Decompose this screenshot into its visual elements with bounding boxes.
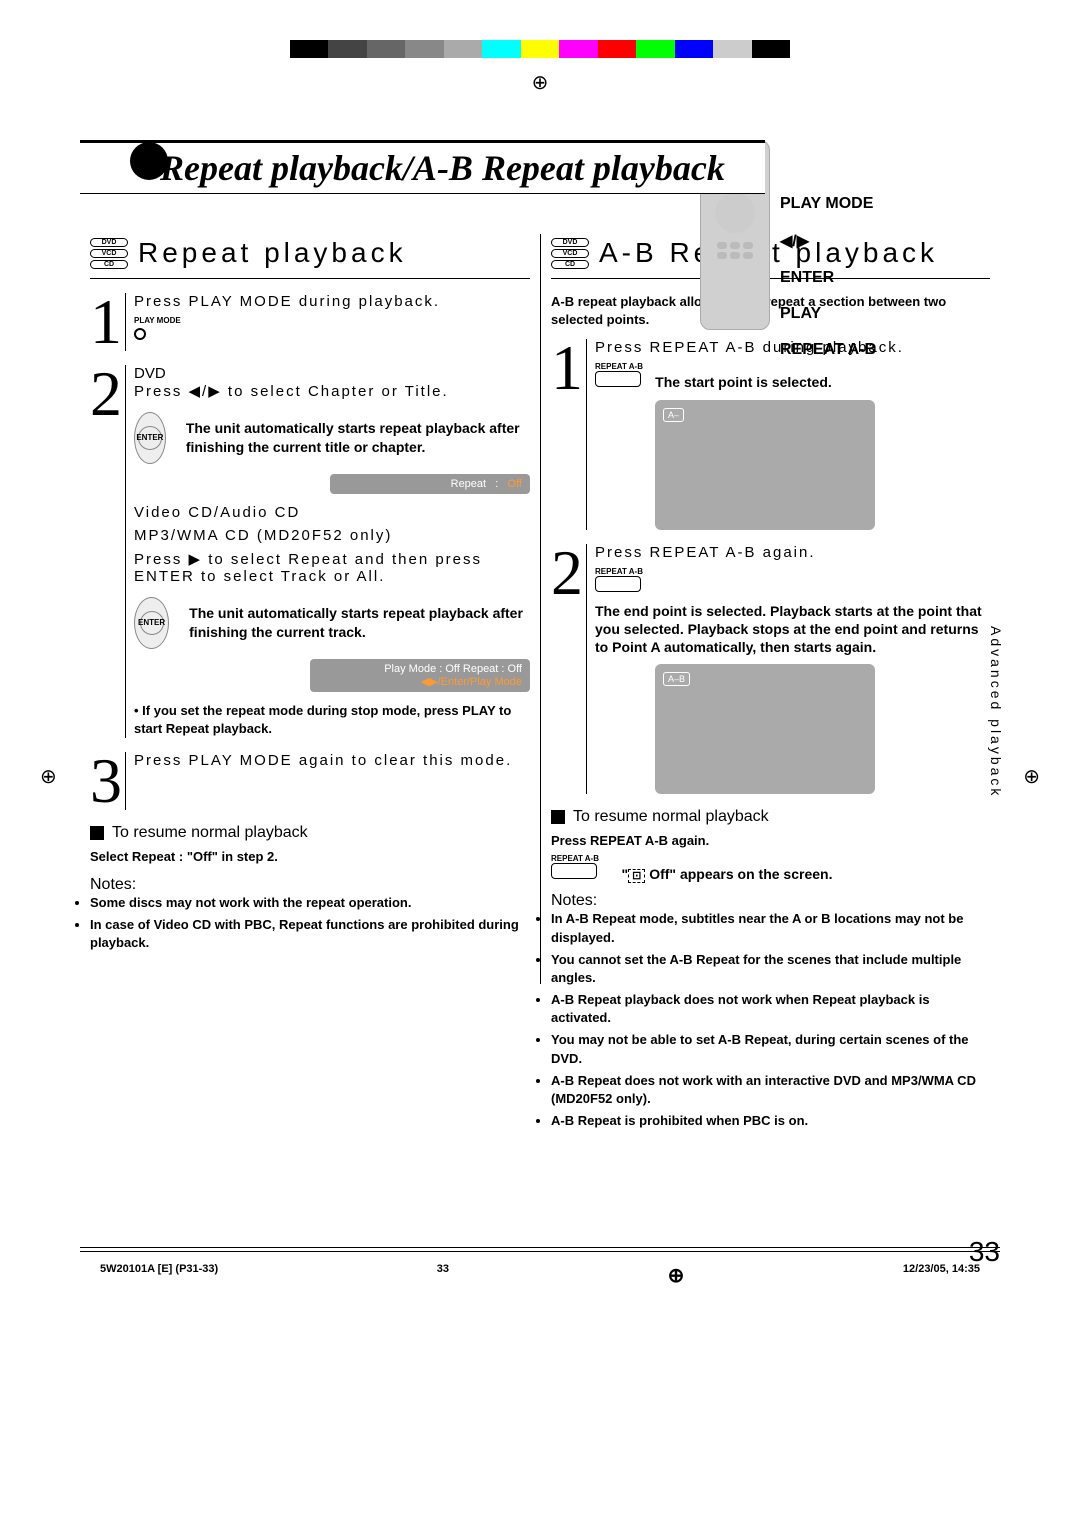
step2-mp3-label: MP3/WMA CD (MD20F52 only) [134, 527, 530, 544]
r-note-4: You may not be able to set A-B Repeat, d… [551, 1031, 990, 1067]
vcd-badge: VCD [90, 249, 128, 258]
disc-badges-left: DVD VCD CD [90, 234, 128, 272]
dvd-badge-r: DVD [551, 238, 589, 247]
chapter-tab: Advanced playback [986, 620, 1006, 804]
step2-vcd-label: Video CD/Audio CD [134, 504, 530, 521]
r-note-2: You cannot set the A-B Repeat for the sc… [551, 951, 990, 987]
right-notes-list: In A-B Repeat mode, subtitles near the A… [551, 910, 990, 1130]
callout-play-mode: PLAY MODE [780, 195, 876, 213]
step2-dvd-label: DVD [134, 365, 530, 382]
remote-callouts: PLAY MODE ◀/▶ ENTER PLAY REPEAT A-B [780, 195, 876, 359]
repeat-ab-label-3: REPEAT A-B [551, 854, 990, 863]
r-note-5: A-B Repeat does not work with an interac… [551, 1072, 990, 1108]
left-column: DVD VCD CD Repeat playback 1 Press PLAY … [80, 234, 540, 984]
title-bullet-icon [130, 142, 168, 180]
r-step-number-1: 1 [551, 339, 587, 529]
cd-badge: CD [90, 260, 128, 269]
print-registration: ⊕ [0, 40, 1080, 70]
footer-doc-id: 5W20101A [E] (P31-33) [100, 1263, 218, 1288]
repeat-ab-label-2: REPEAT A-B [595, 567, 990, 576]
play-mode-btn-label: PLAY MODE [134, 316, 530, 325]
osd-screen-ab: A–B [655, 664, 875, 794]
reg-mark-top: ⊕ [532, 70, 549, 95]
osd-repeat-val: Off [508, 478, 522, 490]
r-note-3: A-B Repeat playback does not work when R… [551, 991, 990, 1027]
step2-line5: Press ▶ to select Repeat and then press … [134, 550, 530, 585]
left-notes-head: Notes: [90, 876, 530, 894]
left-resume-title: To resume normal playback [112, 824, 308, 842]
right-notes-head: Notes: [551, 892, 990, 910]
off-appears: "⊡ Off" appears on the screen. [621, 866, 832, 882]
step3-text: Press PLAY MODE again to clear this mode… [134, 752, 530, 769]
right-step-2: 2 Press REPEAT A-B again. REPEAT A-B The… [551, 544, 990, 795]
step2-note: • If you set the repeat mode during stop… [134, 702, 530, 738]
dpad-icon: ENTER [134, 412, 166, 464]
footer-rule-2 [80, 1251, 1000, 1252]
manual-page: ⊕ ⊕ ⊕ Repeat playback/A-B Repeat playbac… [0, 0, 1080, 1528]
reg-mark-bottom: ⊕ [668, 1263, 685, 1288]
footer-page: 33 [437, 1263, 449, 1288]
square-bullet-icon-r [551, 810, 565, 824]
osd-repeat-label: Repeat [451, 478, 486, 490]
callout-left-right: ◀/▶ [780, 231, 876, 251]
left-heading: Repeat playback [138, 237, 407, 269]
right-resume-title: To resume normal playback [573, 808, 769, 826]
osd-play-mode: Play Mode : Off Repeat : Off ◀▶/Enter/Pl… [310, 659, 530, 692]
vcd-badge-r: VCD [551, 249, 589, 258]
r-step2-text: Press REPEAT A-B again. [595, 544, 990, 561]
step2-line2: Press ◀/▶ to select Chapter or Title. [134, 382, 530, 400]
left-step-2: 2 DVD Press ◀/▶ to select Chapter or Tit… [90, 365, 530, 738]
dpad-icon-2: ENTER [134, 597, 169, 649]
page-title: Repeat playback/A-B Repeat playback [80, 140, 765, 194]
off-osd-label: Off [649, 866, 669, 882]
step-number-1: 1 [90, 293, 126, 351]
left-note-1: Some discs may not work with the repeat … [90, 894, 530, 912]
reg-mark-right: ⊕ [1023, 764, 1040, 789]
step1-text: Press PLAY MODE during playback. [134, 293, 530, 310]
callout-play: PLAY [780, 305, 876, 323]
disc-badges-right: DVD VCD CD [551, 234, 589, 272]
repeat-ab-button-icon [595, 371, 641, 387]
left-note-2: In case of Video CD with PBC, Repeat fun… [90, 916, 530, 952]
left-resume-head: To resume normal playback [90, 824, 530, 842]
osd-play-mode-hint: ◀▶/Enter/Play Mode [318, 675, 522, 688]
osd-repeat-off: Repeat : Off [330, 474, 530, 494]
footer-row: 5W20101A [E] (P31-33) 33 ⊕ 12/23/05, 14:… [100, 1263, 980, 1288]
r-step2-bold: The end point is selected. Playback star… [595, 602, 990, 657]
right-resume-head: To resume normal playback [551, 808, 990, 826]
step2-bold: The unit automatically starts repeat pla… [186, 419, 530, 455]
left-step-1: 1 Press PLAY MODE during playback. PLAY … [90, 293, 530, 351]
cd-badge-r: CD [551, 260, 589, 269]
reg-mark-left: ⊕ [40, 764, 57, 789]
left-notes-list: Some discs may not work with the repeat … [90, 894, 530, 953]
color-bar [290, 40, 790, 58]
left-step-3: 3 Press PLAY MODE again to clear this mo… [90, 752, 530, 810]
osd-play-mode-text: Play Mode : Off Repeat : Off [318, 663, 522, 675]
osd-a-marker: A– [663, 408, 684, 422]
step-number-2: 2 [90, 365, 126, 738]
r-note-6: A-B Repeat is prohibited when PBC is on. [551, 1112, 990, 1130]
left-heading-row: DVD VCD CD Repeat playback [90, 234, 530, 279]
square-bullet-icon [90, 826, 104, 840]
repeat-ab-button-icon-2 [595, 576, 641, 592]
callout-repeat-ab: REPEAT A-B [780, 341, 876, 359]
repeat-ab-label-1: REPEAT A-B [595, 362, 990, 371]
play-mode-button-icon [134, 328, 146, 340]
step2-bold2: The unit automatically starts repeat pla… [189, 604, 530, 640]
right-resume-body: Press REPEAT A-B again. [551, 832, 990, 850]
r-note-1: In A-B Repeat mode, subtitles near the A… [551, 910, 990, 946]
step-number-3: 3 [90, 752, 126, 810]
r-step1-bold: The start point is selected. [655, 374, 832, 390]
left-resume-body: Select Repeat : "Off" in step 2. [90, 848, 530, 866]
footer-timestamp: 12/23/05, 14:35 [903, 1263, 980, 1288]
osd-ab-marker: A–B [663, 672, 690, 686]
right-step-1: 1 Press REPEAT A-B during playback. REPE… [551, 339, 990, 529]
footer-rule-1 [80, 1247, 1000, 1248]
r-step-number-2: 2 [551, 544, 587, 795]
off-osd-icon: ⊡ [628, 869, 645, 883]
callout-enter: ENTER [780, 269, 876, 287]
osd-screen-a: A– [655, 400, 875, 530]
dvd-badge: DVD [90, 238, 128, 247]
repeat-ab-button-icon-3 [551, 863, 597, 879]
